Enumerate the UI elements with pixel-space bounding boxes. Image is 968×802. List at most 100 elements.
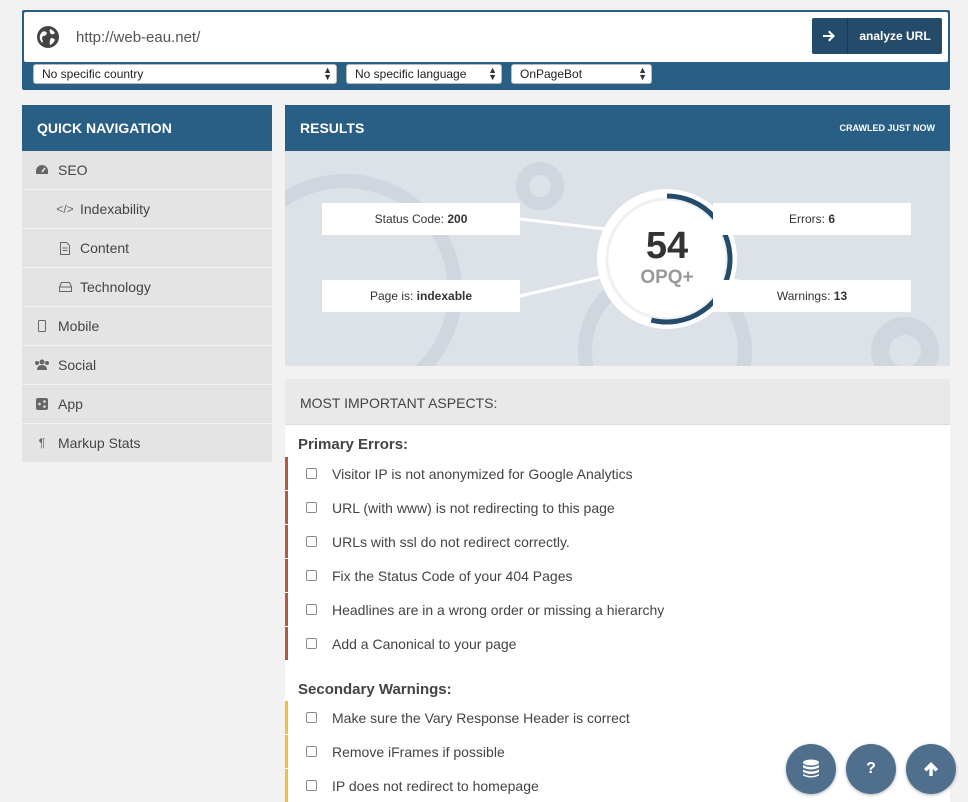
page-is-box: Page is: indexable — [322, 280, 520, 312]
score-label: OPQ+ — [640, 267, 694, 288]
crawled-status: CRAWLED JUST NOW — [839, 123, 936, 133]
country-select[interactable]: No specific country ▲ ▼ — [33, 64, 337, 84]
sidebar-item-app[interactable]: App — [22, 385, 272, 424]
warning-marker — [285, 701, 288, 734]
help-button[interactable]: ? — [846, 744, 896, 794]
important-aspects-card: MOST IMPORTANT ASPECTS: Primary Errors: … — [285, 379, 950, 802]
bot-select[interactable]: OnPageBot ▲ ▼ — [511, 64, 652, 84]
sidebar-item-label: Indexability — [80, 201, 151, 217]
paragraph-icon: ¶ — [38, 436, 46, 450]
list-item-label: IP does not redirect to homepage — [332, 777, 539, 794]
error-marker — [285, 593, 288, 626]
list-item-label: Remove iFrames if possible — [332, 743, 505, 760]
checkbox[interactable] — [306, 570, 317, 581]
sidebar-item-markup-stats[interactable]: ¶ Markup Stats — [22, 424, 272, 463]
warnings-value: 13 — [833, 289, 848, 303]
checkbox[interactable] — [306, 780, 317, 791]
url-bar: analyze URL No specific country ▲▼ No sp… — [22, 10, 950, 90]
bot-select-value: OnPageBot — [520, 67, 583, 81]
quick-navigation: SEO </> Indexability Content Technology … — [22, 151, 272, 463]
list-item: URL (with www) is not redirecting to thi… — [285, 491, 950, 524]
checkbox[interactable] — [306, 502, 317, 513]
arrow-right-icon — [812, 18, 848, 54]
warnings-label: Warnings: — [776, 289, 831, 303]
list-item: Headlines are in a wrong order or missin… — [285, 593, 950, 626]
error-marker — [285, 559, 288, 592]
sidebar-item-mobile[interactable]: Mobile — [22, 307, 272, 346]
country-select-value: No specific country — [42, 67, 144, 81]
list-item: Visitor IP is not anonymized for Google … — [285, 457, 950, 490]
sidebar-item-label: Markup Stats — [58, 435, 141, 451]
list-item-label: Visitor IP is not anonymized for Google … — [332, 465, 633, 482]
errors-value: 6 — [828, 212, 836, 226]
results-header: RESULTS CRAWLED JUST NOW — [285, 105, 950, 151]
primary-errors-title: Primary Errors: — [298, 436, 409, 453]
sidebar-item-social[interactable]: Social — [22, 346, 272, 385]
sidebar-item-label: Mobile — [58, 318, 100, 334]
users-icon — [22, 359, 58, 371]
error-marker — [285, 457, 288, 490]
page-is-value: indexable — [416, 289, 473, 303]
help-label: ? — [866, 760, 876, 777]
status-code-value: 200 — [447, 212, 468, 226]
error-marker — [285, 491, 288, 524]
select-caret-icon: ▲ ▼ — [488, 65, 497, 82]
score-value: 54 — [645, 225, 689, 267]
status-code-label: Status Code: — [374, 212, 444, 226]
file-icon — [50, 241, 80, 255]
list-item-label: URLs with ssl do not redirect correctly. — [332, 533, 570, 550]
list-item: Make sure the Vary Response Header is co… — [285, 701, 950, 734]
checkbox[interactable] — [306, 712, 317, 723]
warning-marker — [285, 735, 288, 768]
hdd-icon — [50, 282, 80, 292]
database-icon — [803, 759, 819, 778]
database-button[interactable] — [786, 744, 836, 794]
warnings-box[interactable]: Warnings: 13 — [713, 280, 911, 312]
analyze-url-button[interactable]: analyze URL — [812, 18, 942, 54]
errors-label: Errors: — [788, 212, 825, 226]
sidebar-item-indexability[interactable]: </> Indexability — [22, 190, 272, 229]
mobile-icon — [22, 320, 58, 332]
errors-box[interactable]: Errors: 6 — [713, 203, 911, 235]
list-item-label: Headlines are in a wrong order or missin… — [332, 601, 665, 618]
arrow-up-icon — [924, 762, 938, 776]
select-caret-icon: ▲ ▼ — [638, 65, 647, 82]
scroll-top-button[interactable] — [906, 744, 956, 794]
sidebar-item-seo[interactable]: SEO — [22, 151, 272, 190]
select-caret-icon: ▲ ▼ — [323, 65, 332, 82]
error-marker — [285, 627, 288, 660]
language-select[interactable]: No specific language ▲ ▼ — [346, 64, 502, 84]
url-input[interactable] — [76, 24, 776, 50]
analyze-url-label: analyze URL — [859, 29, 931, 43]
list-item-label: URL (with www) is not redirecting to thi… — [332, 499, 615, 516]
sidebar-item-label: Content — [80, 240, 130, 256]
sidebar-item-content[interactable]: Content — [22, 229, 272, 268]
globe-icon — [37, 26, 59, 48]
results-title: RESULTS — [300, 120, 365, 136]
checkbox[interactable] — [306, 468, 317, 479]
results-panel: Status Code: 200 Page is: indexable Erro… — [285, 151, 950, 366]
sidebar-item-technology[interactable]: Technology — [22, 268, 272, 307]
quick-navigation-header: QUICK NAVIGATION — [22, 105, 272, 151]
list-item-label: Add a Canonical to your page — [332, 635, 517, 652]
sidebar-item-label: SEO — [58, 162, 88, 178]
sidebar-item-label: Social — [58, 357, 97, 373]
error-marker — [285, 525, 288, 558]
important-aspects-title: MOST IMPORTANT ASPECTS: — [285, 379, 950, 425]
sidebar-item-label: Technology — [80, 279, 151, 295]
checkbox[interactable] — [306, 638, 317, 649]
language-select-value: No specific language — [355, 67, 467, 81]
warning-marker — [285, 769, 288, 802]
list-item: Fix the Status Code of your 404 Pages — [285, 559, 950, 592]
dashboard-icon — [22, 164, 58, 176]
checkbox[interactable] — [306, 536, 317, 547]
checkbox[interactable] — [306, 746, 317, 757]
list-item-label: Fix the Status Code of your 404 Pages — [332, 567, 573, 584]
checkbox[interactable] — [306, 604, 317, 615]
sidebar-item-label: App — [58, 396, 83, 412]
status-code-box: Status Code: 200 — [322, 203, 520, 235]
list-item-label: Make sure the Vary Response Header is co… — [332, 709, 630, 726]
list-item: Add a Canonical to your page — [285, 627, 950, 660]
share-icon — [22, 398, 58, 410]
list-item: URLs with ssl do not redirect correctly. — [285, 525, 950, 558]
